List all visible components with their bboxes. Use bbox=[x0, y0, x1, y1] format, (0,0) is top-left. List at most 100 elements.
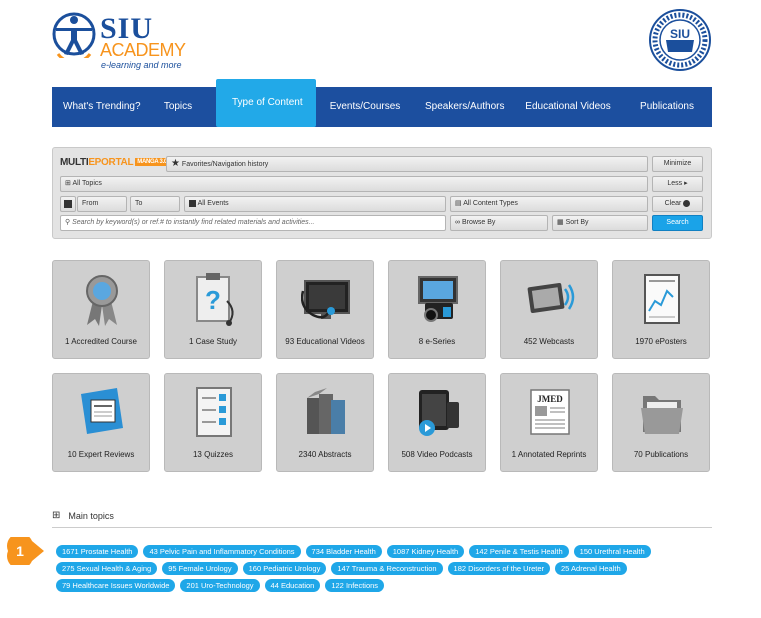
callout-marker: 1 bbox=[7, 537, 44, 565]
all-topics-selector[interactable]: ⊞ All Topics bbox=[60, 176, 648, 192]
tile-expert-reviews[interactable]: 10 Expert Reviews bbox=[52, 373, 150, 472]
chip-row: 275 Sexual Health & Aging 95 Female Urol… bbox=[56, 562, 716, 575]
less-button[interactable]: Less ▸ bbox=[652, 176, 703, 192]
favorites-label: Favorites/Navigation history bbox=[181, 161, 269, 168]
tile-accredited-course[interactable]: 1 Accredited Course bbox=[52, 260, 150, 359]
main-topics-label: Main topics bbox=[68, 510, 114, 521]
tile-label: 1 Annotated Reprints bbox=[511, 450, 587, 459]
topic-chip[interactable]: 160 Pediatric Urology bbox=[242, 562, 327, 575]
tile-e-series[interactable]: 8 e-Series bbox=[388, 260, 486, 359]
tile-label: 93 Educational Videos bbox=[285, 337, 365, 346]
topic-chip[interactable]: 1087 Kidney Health bbox=[386, 545, 465, 558]
topic-chip[interactable]: 182 Disorders of the Ureter bbox=[447, 562, 551, 575]
calendar-icon bbox=[64, 200, 72, 208]
nav-whats-trending[interactable]: What's Trending? bbox=[52, 87, 141, 127]
broadcast-tablet-icon bbox=[527, 283, 575, 313]
devices-play-icon bbox=[419, 390, 459, 436]
tile-educational-videos[interactable]: 93 Educational Videos bbox=[276, 260, 374, 359]
tile-label: 1 Case Study bbox=[188, 337, 238, 346]
books-stack-icon bbox=[307, 388, 345, 434]
topic-chip[interactable]: 1671 Prostate Health bbox=[56, 545, 139, 558]
divider bbox=[52, 527, 712, 528]
tile-label: 1 Accredited Course bbox=[64, 337, 138, 346]
calendar-button[interactable] bbox=[60, 196, 76, 212]
siu-seal-logo: SIU bbox=[648, 8, 712, 72]
search-placeholder: Search by keyword(s) or ref.# to instant… bbox=[72, 219, 315, 226]
main-nav: What's Trending? Topics Type of Content … bbox=[52, 79, 712, 127]
sort-by-selector[interactable]: ▦ Sort By bbox=[552, 215, 648, 231]
topic-chip[interactable]: 734 Bladder Health bbox=[305, 545, 382, 558]
search-input[interactable]: ⚲ Search by keyword(s) or ref.# to insta… bbox=[60, 215, 446, 231]
nav-publications[interactable]: Publications bbox=[622, 87, 712, 127]
vitruvian-figure-icon bbox=[52, 12, 96, 58]
topic-chip[interactable]: 79 Healthcare Issues Worldwide bbox=[56, 579, 176, 592]
siu-academy-logo[interactable]: SIU ACADEMY e-learning and more bbox=[52, 10, 192, 70]
topic-chips: 1671 Prostate Health 43 Pelvic Pain and … bbox=[56, 545, 716, 596]
to-date-field[interactable]: To bbox=[130, 196, 180, 212]
tile-publications[interactable]: 70 Publications bbox=[612, 373, 710, 472]
from-label: From bbox=[82, 200, 99, 207]
all-topics-label: All Topics bbox=[72, 180, 102, 187]
nav-events-courses[interactable]: Events/Courses bbox=[316, 87, 414, 127]
search-button[interactable]: Search bbox=[652, 215, 703, 231]
topic-chip[interactable]: 147 Trauma & Reconstruction bbox=[331, 562, 443, 575]
poster-chart-icon bbox=[644, 274, 680, 324]
award-ribbon-icon bbox=[86, 275, 118, 326]
monitor-stethoscope-icon bbox=[301, 280, 350, 319]
video-camera-icon bbox=[418, 276, 458, 322]
tile-webcasts[interactable]: 452 Webcasts bbox=[500, 260, 598, 359]
hierarchy-icon: ⊞ bbox=[65, 180, 71, 187]
topic-chip[interactable]: 44 Education bbox=[264, 579, 321, 592]
nav-speakers-authors[interactable]: Speakers/Authors bbox=[414, 87, 514, 127]
tile-case-study[interactable]: ? 1 Case Study bbox=[164, 260, 262, 359]
tile-annotated-reprints[interactable]: JMED 1 Annotated Reprints bbox=[500, 373, 598, 472]
search-button-label: Search bbox=[666, 219, 689, 226]
tile-eposters[interactable]: 1970 ePosters bbox=[612, 260, 710, 359]
topic-chip[interactable]: 142 Penile & Testis Health bbox=[469, 545, 569, 558]
browse-by-label: Browse By bbox=[461, 219, 496, 226]
tile-label: 70 Publications bbox=[633, 450, 689, 459]
nav-educational-videos[interactable]: Educational Videos bbox=[514, 87, 622, 127]
topic-chip[interactable]: 122 Infections bbox=[325, 579, 385, 592]
topic-chip[interactable]: 201 Uro-Technology bbox=[180, 579, 260, 592]
from-date-field[interactable]: From bbox=[77, 196, 127, 212]
all-events-selector[interactable]: All Events bbox=[184, 196, 446, 212]
all-content-types-selector[interactable]: ▤ All Content Types bbox=[450, 196, 648, 212]
clear-button[interactable]: Clear bbox=[652, 196, 703, 212]
tile-abstracts[interactable]: 2340 Abstracts bbox=[276, 373, 374, 472]
clipboard-stethoscope-icon: ? bbox=[196, 273, 234, 326]
sort-by-label: Sort By bbox=[565, 219, 589, 226]
svg-text:JMED: JMED bbox=[537, 394, 563, 404]
nav-topics[interactable]: Topics bbox=[140, 87, 216, 127]
hierarchy-icon: ⊞ bbox=[52, 510, 61, 521]
tile-video-podcasts[interactable]: 508 Video Podcasts bbox=[388, 373, 486, 472]
topic-chip[interactable]: 25 Adrenal Health bbox=[555, 562, 627, 575]
tile-label: 2340 Abstracts bbox=[298, 450, 352, 459]
tile-label: 1970 ePosters bbox=[635, 337, 687, 346]
tile-label: 508 Video Podcasts bbox=[401, 450, 473, 459]
brand-multi: MULTI bbox=[60, 157, 89, 168]
tile-quizzes[interactable]: 13 Quizzes bbox=[164, 373, 262, 472]
close-circle-icon bbox=[683, 199, 691, 207]
favorites-history-button[interactable]: ★ Favorites/Navigation history bbox=[166, 156, 648, 172]
browse-by-selector[interactable]: ∞ Browse By bbox=[450, 215, 548, 231]
content-types-icon: ▤ bbox=[455, 200, 462, 207]
nav-type-of-content[interactable]: Type of Content bbox=[216, 79, 316, 127]
calendar-small-icon bbox=[189, 200, 196, 207]
tile-label: 8 e-Series bbox=[418, 337, 456, 346]
topic-chip[interactable]: 43 Pelvic Pain and Inflammatory Conditio… bbox=[143, 545, 301, 558]
minimize-button[interactable]: Minimize bbox=[652, 156, 703, 172]
all-content-types-label: All Content Types bbox=[463, 200, 518, 207]
topic-chip[interactable]: 275 Sexual Health & Aging bbox=[56, 562, 158, 575]
topic-chip[interactable]: 150 Urethral Health bbox=[573, 545, 651, 558]
chip-row: 1671 Prostate Health 43 Pelvic Pain and … bbox=[56, 545, 716, 558]
clear-label: Clear bbox=[664, 200, 682, 207]
expert-review-book-icon bbox=[81, 388, 123, 434]
less-label: Less ▸ bbox=[667, 180, 688, 187]
topic-chip[interactable]: 95 Female Urology bbox=[162, 562, 238, 575]
binoculars-icon: ∞ bbox=[455, 219, 460, 226]
main-topics-heading: ⊞ Main topics bbox=[52, 510, 114, 521]
folder-icon bbox=[641, 396, 683, 434]
tile-label: 452 Webcasts bbox=[523, 337, 575, 346]
tile-label: 10 Expert Reviews bbox=[67, 450, 135, 459]
